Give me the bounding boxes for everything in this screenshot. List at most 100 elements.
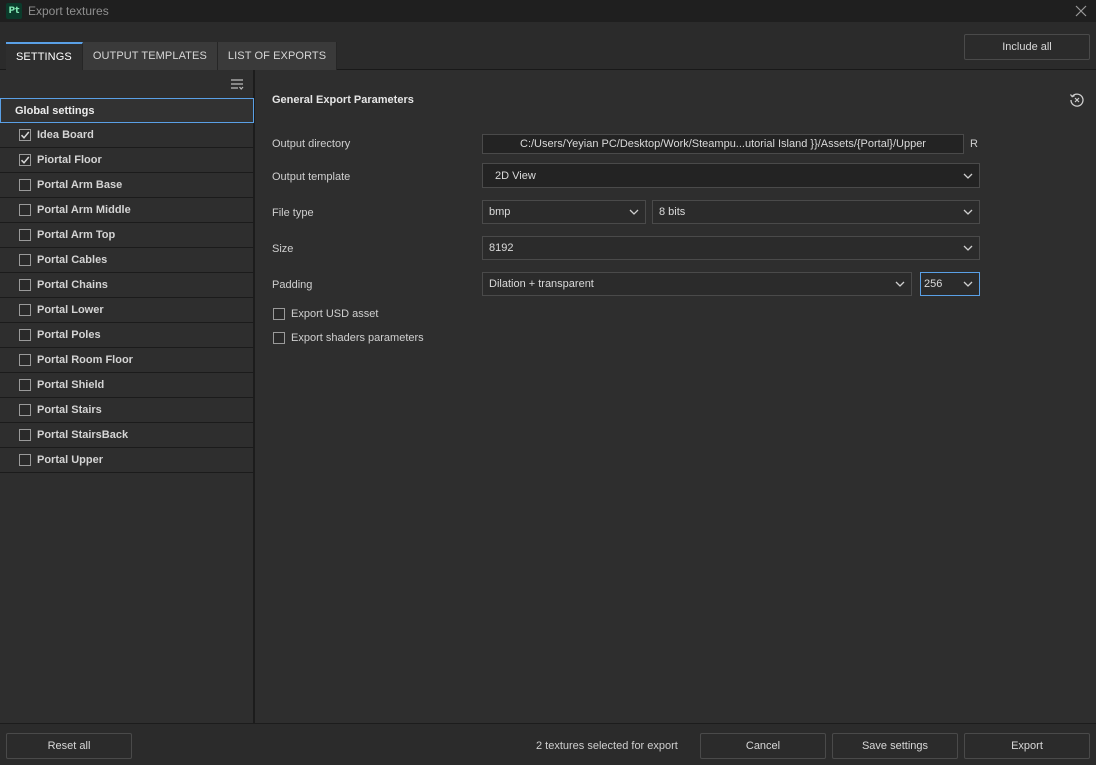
- texture-set-label: Portal Arm Base: [37, 179, 123, 191]
- output-template-value: 2D View: [495, 169, 536, 182]
- texture-set-label: Portal Shield: [37, 379, 105, 391]
- footer-bar: Reset all 2 textures selected for export…: [0, 723, 1096, 765]
- close-icon: [1075, 5, 1087, 17]
- list-options-icon[interactable]: [229, 76, 245, 92]
- texture-set-checkbox[interactable]: [19, 379, 31, 391]
- export-parameters-panel: General Export Parameters Output directo…: [257, 70, 1096, 723]
- texture-set-label: Portal StairsBack: [37, 429, 129, 441]
- texture-set-checkbox[interactable]: [19, 354, 31, 366]
- export-status-text: 2 textures selected for export: [536, 740, 678, 752]
- texture-set-item[interactable]: Idea Board: [0, 123, 254, 148]
- output-template-select[interactable]: 2D View: [482, 163, 980, 188]
- texture-set-checkbox[interactable]: [19, 129, 31, 141]
- reset-all-button[interactable]: Reset all: [6, 733, 132, 759]
- export-usd-label: Export USD asset: [291, 308, 379, 320]
- texture-set-label: Portal Poles: [37, 329, 101, 341]
- chevron-down-icon: [963, 281, 973, 287]
- bit-depth-value: 8 bits: [659, 206, 686, 218]
- output-directory-value: C:/Users/Yeyian PC/Desktop/Work/Steampu.…: [520, 138, 926, 150]
- texture-set-checkbox[interactable]: [19, 404, 31, 416]
- texture-set-item[interactable]: Portal Poles: [0, 323, 254, 348]
- texture-set-label: Portal Lower: [37, 304, 104, 316]
- texture-set-item[interactable]: Portal Stairs: [0, 398, 254, 423]
- file-type-label: File type: [272, 207, 314, 219]
- size-select[interactable]: 8192: [482, 236, 980, 260]
- checkbox[interactable]: [273, 332, 285, 344]
- section-title: General Export Parameters: [272, 94, 414, 106]
- window-title: Export textures: [28, 4, 109, 18]
- texture-set-checkbox[interactable]: [19, 229, 31, 241]
- texture-set-item[interactable]: Portal Arm Middle: [0, 198, 254, 223]
- tab-output-templates[interactable]: OUTPUT TEMPLATES: [82, 42, 218, 70]
- tabs: SETTINGS OUTPUT TEMPLATES LIST OF EXPORT…: [6, 42, 338, 70]
- export-usd-checkbox[interactable]: Export USD asset: [273, 308, 378, 320]
- export-shaders-checkbox[interactable]: Export shaders parameters: [273, 332, 424, 344]
- chevron-down-icon: [963, 245, 973, 251]
- export-shaders-label: Export shaders parameters: [291, 332, 424, 344]
- texture-list: Idea Board Piortal Floor Portal Arm Base Po…: [0, 123, 254, 473]
- texture-set-checkbox[interactable]: [19, 304, 31, 316]
- chevron-down-icon: [629, 209, 639, 215]
- texture-set-checkbox[interactable]: [19, 329, 31, 341]
- texture-set-item[interactable]: Portal Upper: [0, 448, 254, 473]
- texture-set-label: Idea Board: [37, 129, 94, 141]
- texture-set-label: Piortal Floor: [37, 154, 102, 166]
- output-template-label: Output template: [272, 171, 351, 183]
- reset-parameters-icon[interactable]: [1068, 91, 1086, 109]
- tab-strip: SETTINGS OUTPUT TEMPLATES LIST OF EXPORT…: [0, 22, 1096, 70]
- texture-set-checkbox[interactable]: [19, 429, 31, 441]
- tab-settings[interactable]: SETTINGS: [6, 42, 83, 70]
- include-all-button[interactable]: Include all: [964, 34, 1090, 60]
- size-label: Size: [272, 243, 294, 255]
- texture-set-label: Portal Arm Middle: [37, 204, 131, 216]
- output-directory-field[interactable]: C:/Users/Yeyian PC/Desktop/Work/Steampu.…: [482, 134, 964, 154]
- texture-set-checkbox[interactable]: [19, 254, 31, 266]
- texture-set-item[interactable]: Portal Arm Top: [0, 223, 254, 248]
- texture-set-item[interactable]: Portal Lower: [0, 298, 254, 323]
- size-value: 8192: [489, 242, 514, 254]
- global-settings-item[interactable]: Global settings: [0, 98, 254, 123]
- texture-set-panel: Global settings Idea Board Piortal Floor P…: [0, 70, 255, 723]
- texture-set-item[interactable]: Portal Arm Base: [0, 173, 254, 198]
- checkbox[interactable]: [273, 308, 285, 320]
- app-logo-icon: Pt: [6, 3, 22, 19]
- padding-label: Padding: [272, 279, 313, 291]
- chevron-down-icon: [963, 173, 973, 179]
- checkmark-icon: [20, 156, 30, 164]
- file-format-select[interactable]: bmp: [482, 200, 646, 224]
- close-button[interactable]: [1072, 2, 1090, 20]
- texture-set-label: Portal Upper: [37, 454, 104, 466]
- texture-set-item[interactable]: Piortal Floor: [0, 148, 254, 173]
- texture-set-label: Portal Chains: [37, 279, 108, 291]
- texture-set-checkbox[interactable]: [19, 154, 31, 166]
- tab-list-of-exports[interactable]: LIST OF EXPORTS: [217, 42, 338, 70]
- texture-set-label: Portal Room Floor: [37, 354, 133, 366]
- padding-amount-select[interactable]: 256: [920, 272, 980, 296]
- texture-set-item[interactable]: Portal StairsBack: [0, 423, 254, 448]
- padding-amount-value: 256: [924, 278, 943, 290]
- cancel-button[interactable]: Cancel: [700, 733, 826, 759]
- output-directory-suffix: R: [970, 138, 978, 150]
- texture-set-item[interactable]: Portal Room Floor: [0, 348, 254, 373]
- file-format-value: bmp: [489, 206, 511, 218]
- padding-mode-select[interactable]: Dilation + transparent: [482, 272, 912, 296]
- texture-set-item[interactable]: Portal Shield: [0, 373, 254, 398]
- texture-set-label: Portal Arm Top: [37, 229, 116, 241]
- texture-set-checkbox[interactable]: [19, 179, 31, 191]
- title-bar: Pt Export textures: [0, 0, 1096, 22]
- texture-set-item[interactable]: Portal Chains: [0, 273, 254, 298]
- chevron-down-icon: [895, 281, 905, 287]
- texture-set-checkbox[interactable]: [19, 454, 31, 466]
- output-directory-label: Output directory: [272, 138, 351, 150]
- texture-set-label: Portal Cables: [37, 254, 108, 266]
- bit-depth-select[interactable]: 8 bits: [652, 200, 980, 224]
- texture-set-checkbox[interactable]: [19, 204, 31, 216]
- export-button[interactable]: Export: [964, 733, 1090, 759]
- texture-set-item[interactable]: Portal Cables: [0, 248, 254, 273]
- texture-set-checkbox[interactable]: [19, 279, 31, 291]
- save-settings-button[interactable]: Save settings: [832, 733, 958, 759]
- padding-mode-value: Dilation + transparent: [489, 278, 594, 290]
- texture-set-label: Portal Stairs: [37, 404, 102, 416]
- chevron-down-icon: [963, 209, 973, 215]
- checkmark-icon: [20, 131, 30, 139]
